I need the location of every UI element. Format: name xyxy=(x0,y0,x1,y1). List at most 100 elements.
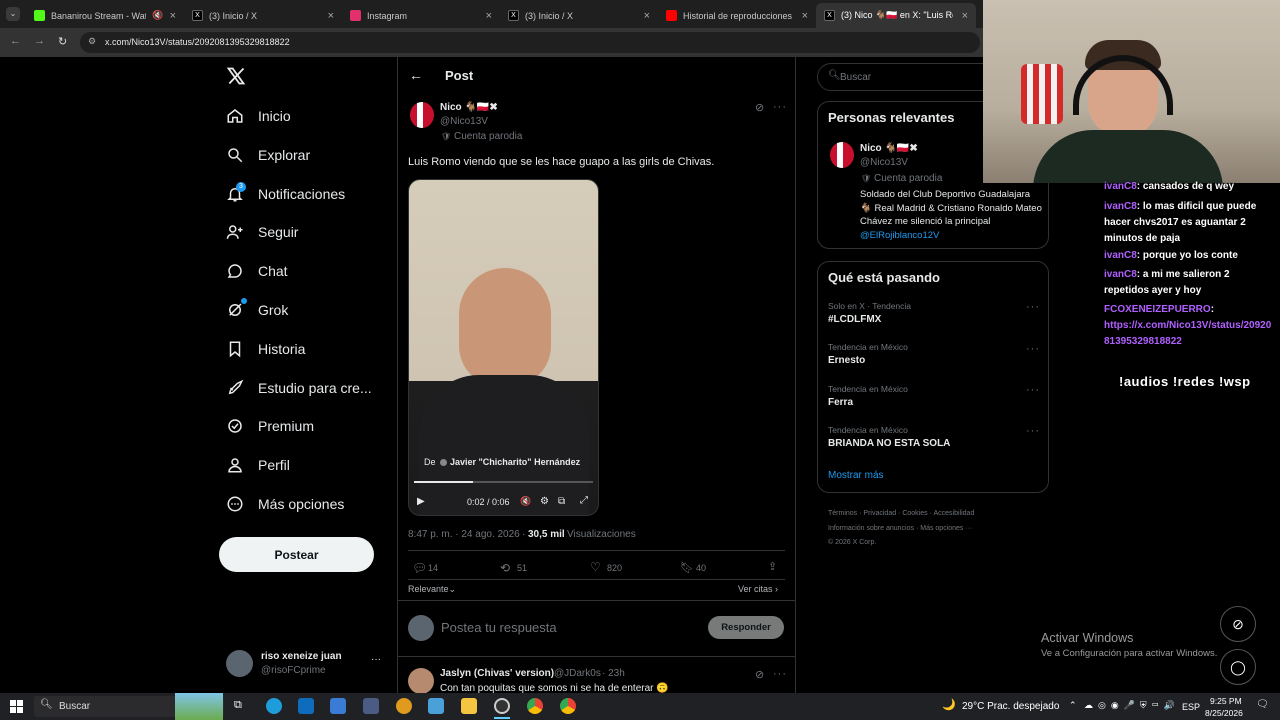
browser-tab-active[interactable]: X (3) Nico 🐐🇵🇱 en X: "Luis Romo viendo × xyxy=(816,3,976,28)
trend-name[interactable]: BRIANDA NO ESTA SOLA xyxy=(828,438,950,449)
reply-input[interactable]: Postea tu respuesta xyxy=(441,620,557,635)
close-tab-icon[interactable]: × xyxy=(962,10,968,22)
browser-tab[interactable]: Historial de reproducciones - YouTube × xyxy=(658,3,816,28)
relevant-handle[interactable]: @Nico13V xyxy=(860,157,908,168)
sort-dropdown[interactable]: Relevante⌄ xyxy=(408,584,456,595)
url-text[interactable]: x.com/Nico13V/status/2092081395329818822 xyxy=(105,37,290,47)
footer-link-privacidad[interactable]: Privacidad xyxy=(863,510,896,517)
tray-icons[interactable]: ☁◎◉🎤⛨▭🔊 xyxy=(1084,700,1180,711)
grok-icon[interactable]: ⊘ xyxy=(755,668,764,681)
chrome-icon[interactable] xyxy=(527,698,543,714)
vscode-icon[interactable] xyxy=(363,698,379,714)
grok-icon[interactable]: ⊘ xyxy=(755,101,764,114)
site-info-icon[interactable]: ⚙ xyxy=(88,36,96,47)
reply-author-avatar[interactable] xyxy=(408,668,434,694)
footer-link-cookies[interactable]: Cookies xyxy=(902,510,927,517)
nav-item-mas-opciones[interactable]: Más opciones xyxy=(226,491,344,517)
nav-item-chat[interactable]: Chat xyxy=(226,258,288,284)
messages-floating-button[interactable]: ◯ xyxy=(1220,649,1256,685)
grok-floating-button[interactable]: ⊘ xyxy=(1220,606,1256,642)
nav-item-seguir[interactable]: Seguir xyxy=(226,219,298,245)
x-logo[interactable] xyxy=(226,66,246,86)
trend-name[interactable]: #LCDLFMX xyxy=(828,314,881,325)
tweet-author-name[interactable]: Nico 🐐🇵🇱✖ xyxy=(440,102,498,113)
nav-item-grok[interactable]: Grok xyxy=(226,297,288,323)
back-arrow-icon[interactable]: ← xyxy=(409,67,423,83)
nav-item-estudio[interactable]: Estudio para cre... xyxy=(226,375,372,401)
reply-author-name[interactable]: Jaslyn (Chivas' version) xyxy=(440,668,554,679)
close-tab-icon[interactable]: × xyxy=(644,10,650,22)
more-icon[interactable]: ··· xyxy=(773,668,787,680)
trend-more-icon[interactable]: ··· xyxy=(1026,425,1040,437)
trend-name[interactable]: Ernesto xyxy=(828,355,865,366)
footer-link-terminos[interactable]: Términos xyxy=(828,510,857,517)
mute-icon[interactable]: 🔇 xyxy=(520,496,531,507)
file-explorer-icon[interactable] xyxy=(461,698,477,714)
trend-more-icon[interactable]: ··· xyxy=(1026,384,1040,396)
language-indicator[interactable]: ESP xyxy=(1182,702,1200,712)
tweet-author-handle[interactable]: @Nico13V xyxy=(440,116,488,127)
account-more-icon[interactable]: ··· xyxy=(371,654,381,665)
show-more-link[interactable]: Mostrar más xyxy=(828,470,884,481)
close-tab-icon[interactable]: × xyxy=(486,10,492,22)
tab-list-button[interactable]: ⌄ xyxy=(6,7,20,21)
app-icon[interactable] xyxy=(396,698,412,714)
close-tab-icon[interactable]: × xyxy=(328,10,334,22)
reply-time[interactable]: · 23h xyxy=(602,668,625,679)
trend-name[interactable]: Ferra xyxy=(828,397,853,408)
task-view-icon[interactable]: ⧉ xyxy=(234,699,242,712)
relevant-avatar[interactable] xyxy=(830,142,854,168)
nav-item-premium[interactable]: Premium xyxy=(226,413,314,439)
windows-start-icon[interactable] xyxy=(10,700,23,713)
tray-chevron-icon[interactable]: ⌃ xyxy=(1069,700,1077,711)
more-icon[interactable]: ··· xyxy=(773,101,787,113)
notifications-icon[interactable]: 🗨 xyxy=(1256,699,1269,710)
clock-time[interactable]: 9:25 PM xyxy=(1210,696,1242,706)
nav-item-inicio[interactable]: Inicio xyxy=(226,103,291,129)
browser-tab[interactable]: Instagram × xyxy=(342,3,500,28)
nav-item-explorar[interactable]: Explorar xyxy=(226,142,310,168)
back-arrow-icon[interactable]: ← xyxy=(10,35,21,47)
browser-tab[interactable]: Bananirou Stream - Watch Live 🔇 × xyxy=(26,3,184,28)
close-tab-icon[interactable]: × xyxy=(170,10,176,22)
settings-icon[interactable]: ⚙ xyxy=(540,496,549,507)
tweet-avatar[interactable] xyxy=(410,102,434,128)
reload-icon[interactable]: ↻ xyxy=(58,35,67,48)
bio-link[interactable]: @ElRojiblanco12V xyxy=(860,230,939,241)
trend-more-icon[interactable]: ··· xyxy=(1026,343,1040,355)
trend-more-icon[interactable]: ··· xyxy=(1026,301,1040,313)
video-source-name[interactable]: Javier "Chicharito" Hernández xyxy=(450,457,580,467)
nav-item-perfil[interactable]: Perfil xyxy=(226,452,290,478)
account-switcher[interactable]: riso xeneize juan @risoFCprime ··· xyxy=(226,648,386,678)
store-icon[interactable] xyxy=(330,698,346,714)
view-quotes-link[interactable]: Ver citas › xyxy=(738,584,778,594)
tweet-timestamp[interactable]: 8:47 p. m. · 24 ago. 2026 xyxy=(408,529,520,540)
reply-author-handle[interactable]: @JDark0s xyxy=(554,668,601,679)
mute-icon[interactable]: 🔇 xyxy=(152,10,163,21)
forward-arrow-icon[interactable]: → xyxy=(34,35,45,47)
reply-icon[interactable]: 💬︎ xyxy=(412,561,427,575)
edge-icon[interactable] xyxy=(266,698,282,714)
notes-icon[interactable] xyxy=(428,698,444,714)
share-icon[interactable]: ⇪ xyxy=(768,560,777,573)
weather-text[interactable]: 29°C Prac. despejado xyxy=(962,701,1059,712)
play-icon[interactable]: ▶ xyxy=(417,496,425,507)
like-icon[interactable]: ♡ xyxy=(590,560,601,574)
clock-date[interactable]: 8/25/2026 xyxy=(1205,708,1243,718)
footer-link-mas[interactable]: Más opciones ··· xyxy=(920,525,972,532)
browser-tab[interactable]: X (3) Inicio / X × xyxy=(184,3,342,28)
video-progress-track[interactable] xyxy=(414,481,593,483)
footer-link-accesibilidad[interactable]: Accesibilidad xyxy=(933,510,974,517)
close-tab-icon[interactable]: × xyxy=(802,10,808,22)
obs-icon[interactable] xyxy=(494,698,510,714)
footer-link-anuncios[interactable]: Información sobre anuncios xyxy=(828,525,914,532)
fullscreen-icon[interactable]: ⤢ xyxy=(580,495,588,506)
search-box[interactable]: 🔍︎ Buscar xyxy=(817,63,997,91)
nav-item-historia[interactable]: Historia xyxy=(226,336,305,362)
repost-icon[interactable]: ⟲ xyxy=(500,561,510,575)
captions-icon[interactable]: ⧉ xyxy=(558,496,565,507)
chrome-icon[interactable] xyxy=(560,698,576,714)
bookmark-icon[interactable]: 🔖︎ xyxy=(680,561,694,574)
reply-button[interactable]: Responder xyxy=(708,616,784,639)
relevant-name[interactable]: Nico 🐐🇵🇱✖ xyxy=(860,143,918,154)
